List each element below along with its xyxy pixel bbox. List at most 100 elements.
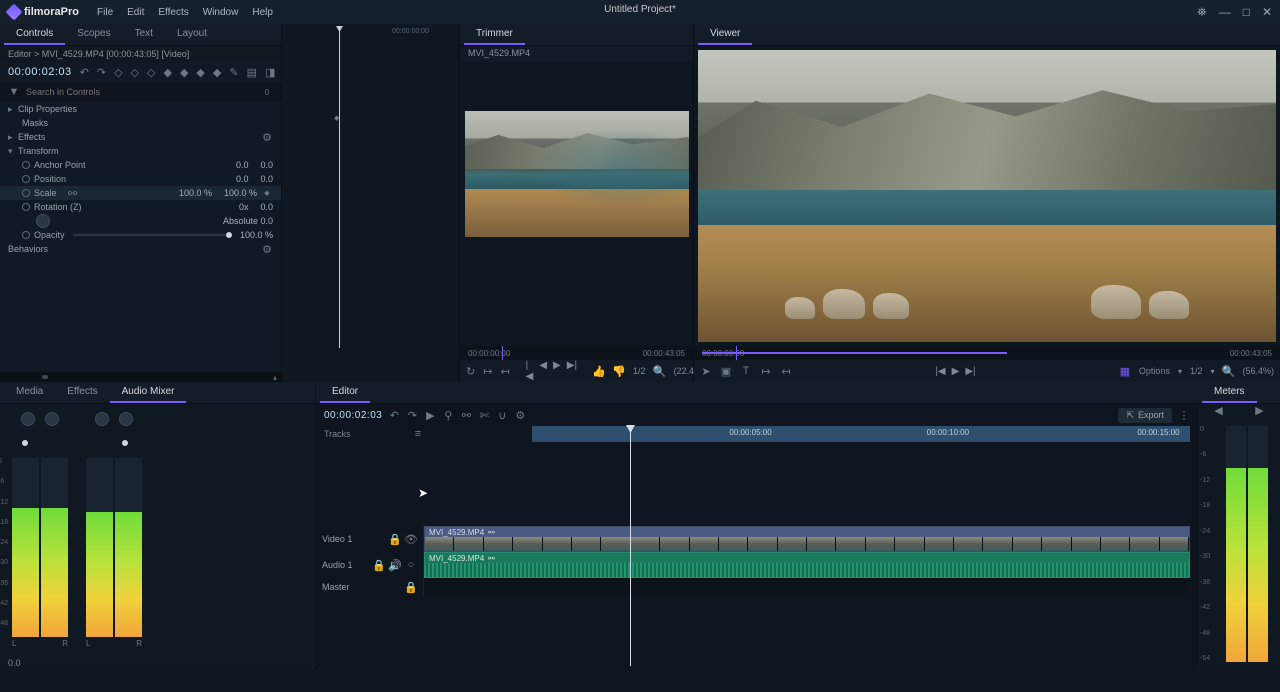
viewer-preview[interactable] <box>694 46 1280 346</box>
audio-clip[interactable]: MVI_4529.MP4⚯ <box>424 552 1190 578</box>
tab-scopes[interactable]: Scopes <box>65 24 122 45</box>
group-behaviors[interactable]: Behaviors⚙ <box>0 242 281 256</box>
kf-add-icon[interactable]: ◇ <box>131 66 139 78</box>
ed-play-icon[interactable]: ▶ <box>424 409 436 421</box>
speaker-icon[interactable]: 🔊 <box>389 559 401 571</box>
lock-icon[interactable]: 🔒 <box>389 533 401 545</box>
tab-editor[interactable]: Editor <box>320 382 370 403</box>
kf-icon-4[interactable]: ◆ <box>213 66 221 78</box>
group-transform[interactable]: ▾Transform <box>0 144 281 158</box>
viewer-timebar[interactable]: 00:00:00:00 00:00:43:05 <box>694 346 1280 360</box>
eye-icon[interactable]: 👁 <box>405 533 417 545</box>
v-goto-end-icon[interactable]: ▶| <box>965 366 975 377</box>
menu-window[interactable]: Window <box>203 7 239 18</box>
solo-icon[interactable]: ○ <box>405 559 417 571</box>
fader-track-2[interactable] <box>86 438 142 448</box>
step-back-icon[interactable]: ◀ <box>539 360 547 382</box>
tab-layout[interactable]: Layout <box>165 24 219 45</box>
goto-start-icon[interactable]: |◀ <box>526 360 534 382</box>
effects-gear-icon[interactable]: ⚙ <box>261 131 273 143</box>
goto-end-icon[interactable]: ▶| <box>567 360 577 382</box>
maximize-icon[interactable]: □ <box>1243 5 1250 19</box>
prop-position[interactable]: Position0.00.0 <box>0 172 281 186</box>
viewer-options[interactable]: Options <box>1139 366 1170 376</box>
panel-icon[interactable]: ◨ <box>265 66 275 78</box>
tab-viewer[interactable]: Viewer <box>698 24 752 45</box>
menu-help[interactable]: Help <box>252 7 273 18</box>
loop-icon[interactable]: ↻ <box>466 365 475 377</box>
gain-knob[interactable] <box>45 412 59 426</box>
ed-menu-icon[interactable]: ⋮ <box>1178 409 1190 421</box>
behaviors-gear-icon[interactable]: ⚙ <box>261 243 273 255</box>
v-zoom-icon[interactable]: 🔍 <box>1223 365 1235 377</box>
v-out-icon[interactable]: ↤ <box>780 365 792 377</box>
viewer-ratio[interactable]: 1/2 <box>1190 366 1203 376</box>
tab-audio-mixer[interactable]: Audio Mixer <box>110 382 187 403</box>
thumbs-down-icon[interactable]: 👎 <box>613 365 625 377</box>
lock-icon-m[interactable]: 🔒 <box>405 581 417 593</box>
ed-cut-icon[interactable]: ✄ <box>478 409 490 421</box>
undo-icon[interactable]: ↶ <box>80 66 89 78</box>
trimmer-preview[interactable] <box>460 62 693 346</box>
controls-timecode[interactable]: 00:00:02:03 <box>8 66 72 78</box>
tab-controls[interactable]: Controls <box>4 24 65 45</box>
ed-redo-icon[interactable]: ↷ <box>406 409 418 421</box>
ed-undo-icon[interactable]: ↶ <box>388 409 400 421</box>
pan-knob[interactable] <box>21 412 35 426</box>
redo-icon[interactable]: ↷ <box>97 66 106 78</box>
rotation-dial[interactable]: Absolute 0.0 <box>0 214 281 228</box>
v-text-icon[interactable]: T <box>740 365 752 377</box>
pan-knob-2[interactable] <box>95 412 109 426</box>
menu-file[interactable]: File <box>97 7 113 18</box>
trimmer-ratio[interactable]: 1/2 <box>633 366 646 376</box>
controls-scrollbar[interactable]: ▴ <box>0 372 281 382</box>
v-goto-start-icon[interactable]: |◀ <box>935 366 945 377</box>
meter-next-icon[interactable]: ▶ <box>1254 404 1266 416</box>
group-masks[interactable]: Masks <box>0 116 281 130</box>
close-icon[interactable]: ✕ <box>1262 5 1272 19</box>
keyframe-lane[interactable]: 00:00:00:00 ◆ <box>282 24 460 382</box>
link-icon[interactable]: ⚯ <box>67 187 79 199</box>
lock-icon-a[interactable]: 🔒 <box>373 559 385 571</box>
prop-opacity[interactable]: Opacity100.0 % <box>0 228 281 242</box>
kf-prev-icon[interactable]: ◇ <box>114 66 122 78</box>
ed-snap-icon[interactable]: ⚲ <box>442 409 454 421</box>
tab-trimmer[interactable]: Trimmer <box>464 24 525 45</box>
audio-track-body[interactable]: MVI_4529.MP4⚯ <box>424 552 1190 578</box>
menu-effects[interactable]: Effects <box>158 7 188 18</box>
v-crop-icon[interactable]: ▣ <box>720 365 732 377</box>
edit-icon[interactable]: ✎ <box>229 66 238 78</box>
ed-link-icon[interactable]: ⚯ <box>460 409 472 421</box>
kf-playhead[interactable] <box>339 28 340 348</box>
meter-prev-icon[interactable]: ◀ <box>1213 404 1225 416</box>
user-icon[interactable]: ⛯ <box>1197 5 1207 20</box>
playhead[interactable] <box>630 426 631 666</box>
search-input[interactable] <box>26 87 255 97</box>
kf-icon-3[interactable]: ◆ <box>196 66 204 78</box>
v-play-icon[interactable]: ▶ <box>952 366 960 377</box>
gain-knob-2[interactable] <box>119 412 133 426</box>
tab-text[interactable]: Text <box>123 24 165 45</box>
list-icon[interactable]: ▤ <box>247 66 257 78</box>
prop-rotation[interactable]: Rotation (Z)0x0.0 <box>0 200 281 214</box>
ed-gear-icon[interactable]: ⚙ <box>514 409 526 421</box>
tab-effects-b[interactable]: Effects <box>55 382 109 403</box>
thumbs-up-icon[interactable]: 👍 <box>593 365 605 377</box>
kf-icon[interactable]: ◆ <box>163 66 171 78</box>
minimize-icon[interactable]: — <box>1219 5 1231 19</box>
filter-icon[interactable]: ▼ <box>8 86 20 98</box>
play-icon[interactable]: ▶ <box>553 360 561 382</box>
out-icon[interactable]: ↤ <box>500 365 509 377</box>
prop-anchor[interactable]: Anchor Point0.00.0 <box>0 158 281 172</box>
v-in-icon[interactable]: ↦ <box>760 365 772 377</box>
fader-track[interactable] <box>12 438 68 448</box>
timeline-ruler[interactable]: 00:00:05:00 00:00:10:00 00:00:15:00 <box>532 426 1190 442</box>
kf-next-icon[interactable]: ◇ <box>147 66 155 78</box>
tab-meters[interactable]: Meters <box>1202 382 1257 403</box>
editor-timecode[interactable]: 00:00:02:03 <box>324 410 382 421</box>
ed-magnet-icon[interactable]: ∪ <box>496 409 508 421</box>
in-icon[interactable]: ↦ <box>483 365 492 377</box>
export-button[interactable]: ⇱Export <box>1118 408 1172 423</box>
zoom-icon[interactable]: 🔍 <box>654 365 666 377</box>
video-track-body[interactable]: MVI_4529.MP4⚯ <box>424 526 1190 552</box>
